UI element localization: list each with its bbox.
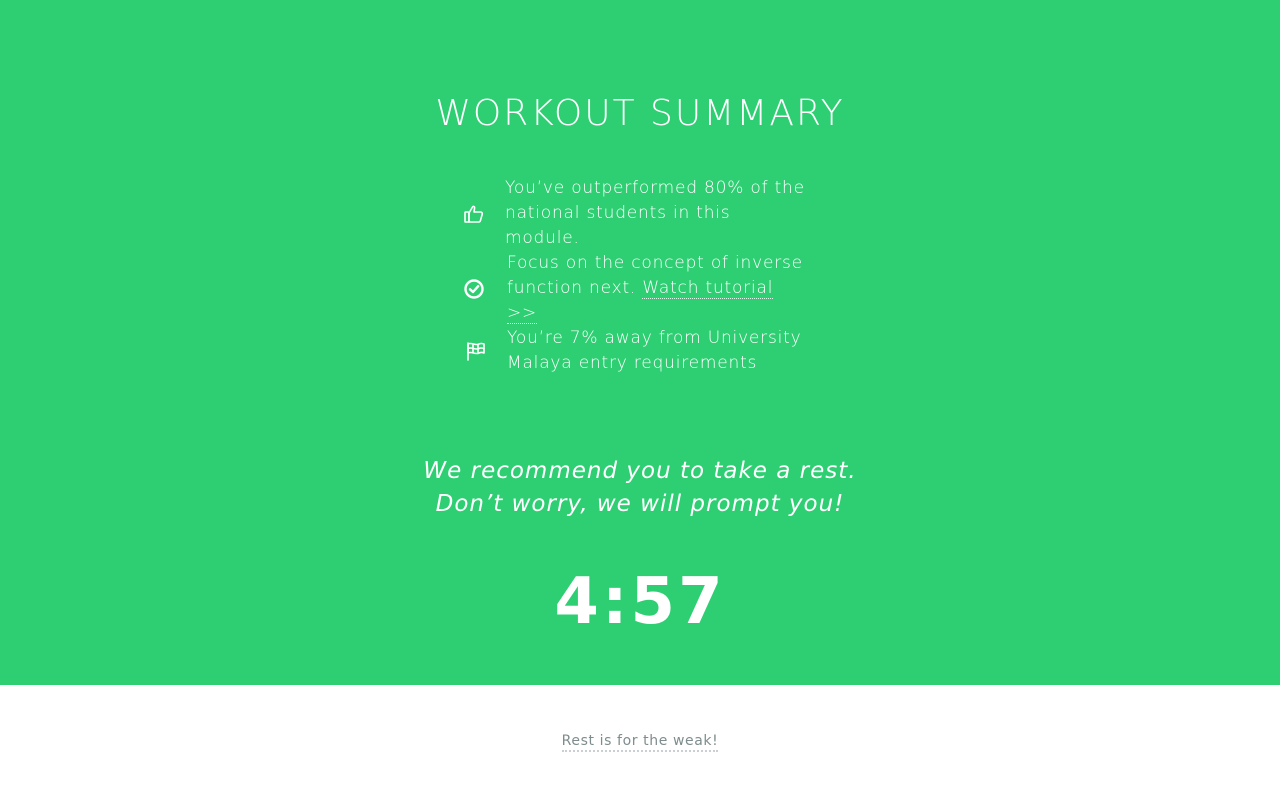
skip-rest-container: Rest is for the weak! [0, 731, 1280, 752]
check-circle-icon [462, 277, 486, 301]
flag-icon [464, 339, 488, 363]
skip-rest-link[interactable]: Rest is for the weak! [561, 733, 719, 752]
rest-recommendation: We recommend you to take a rest. Don’t w… [423, 458, 857, 517]
summary-item-focus: Focus on the concept of inverse function… [462, 251, 807, 326]
summary-item-target: You’re 7% away from University Malaya en… [464, 326, 807, 376]
rest-timer: 4:57 [554, 565, 726, 639]
summary-item-performance: You’ve outperformed 80% of the national … [462, 176, 805, 251]
thumbs-up-icon [462, 202, 486, 226]
summary-text-performance: You’ve outperformed 80% of the national … [505, 178, 805, 248]
summary-text-target: You’re 7% away from University Malaya en… [507, 328, 802, 373]
summary-text-focus: Focus on the concept of inverse function… [507, 253, 803, 324]
summary-panel: WORKOUT SUMMARY You’ve outperformed 80% … [0, 0, 1280, 685]
page-title: WORKOUT SUMMARY [435, 93, 845, 134]
